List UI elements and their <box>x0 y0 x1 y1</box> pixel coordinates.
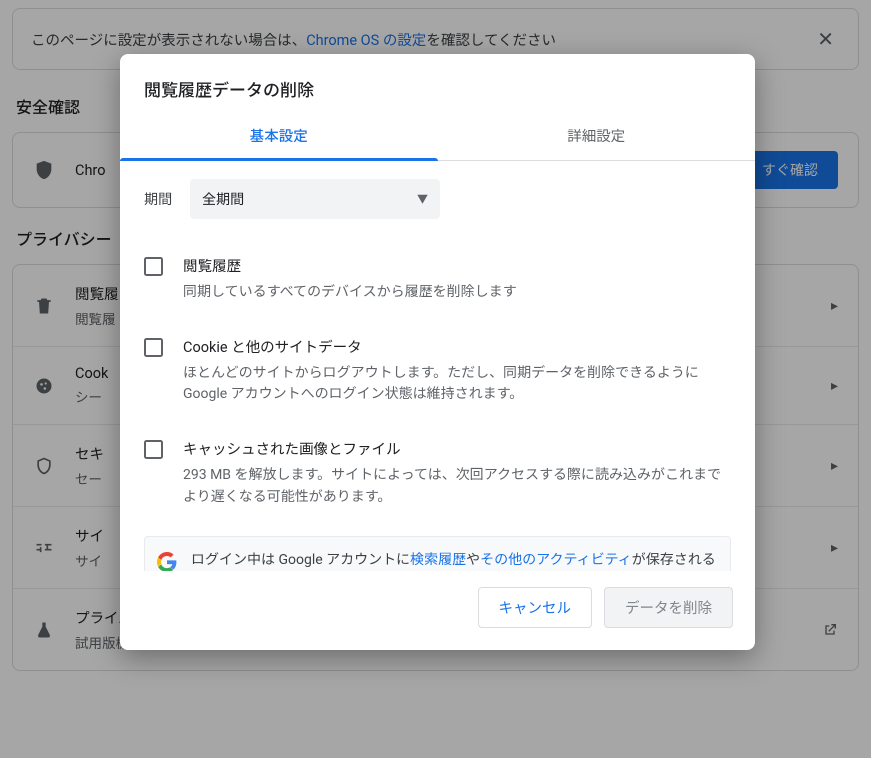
check-desc: 293 MB を解放します。サイトによっては、次回アクセスする際に読み込みがこれ… <box>183 465 731 508</box>
check-desc: 同期しているすべてのデバイスから履歴を削除します <box>183 282 731 304</box>
chevron-down-icon: ▼ <box>417 191 428 207</box>
check-desc: ほとんどのサイトからログアウトします。ただし、同期データを削除できるように Go… <box>183 363 731 406</box>
checkbox-history[interactable] <box>144 257 163 276</box>
checkbox-item-cache: キャッシュされた画像とファイル 293 MB を解放します。サイトによっては、次… <box>144 424 731 526</box>
check-title: キャッシュされた画像とファイル <box>183 438 731 459</box>
dialog-tabs: 基本設定 詳細設定 <box>120 113 755 161</box>
time-range-value: 全期間 <box>202 189 244 209</box>
dialog-title: 閲覧履歴データの削除 <box>120 54 755 113</box>
note-mid: や <box>466 552 480 568</box>
note-text: ログイン中は Google アカウントに検索履歴やその他のアクティビティが保存さ… <box>191 549 716 571</box>
check-title: 閲覧履歴 <box>183 255 731 276</box>
checkbox-cache[interactable] <box>144 440 163 459</box>
other-activity-link[interactable]: その他のアクティビティ <box>480 552 632 568</box>
clear-data-button[interactable]: データを削除 <box>604 587 733 628</box>
checkbox-item-cookies: Cookie と他のサイトデータ ほとんどのサイトからログアウトします。ただし、… <box>144 322 731 424</box>
check-title: Cookie と他のサイトデータ <box>183 336 731 357</box>
google-account-note: ログイン中は Google アカウントに検索履歴やその他のアクティビティが保存さ… <box>144 536 731 571</box>
note-pre: ログイン中は Google アカウントに <box>191 552 410 568</box>
tab-advanced[interactable]: 詳細設定 <box>438 113 756 160</box>
dialog-actions: キャンセル データを削除 <box>120 571 755 650</box>
time-range-row: 期間 全期間 ▼ <box>144 179 731 219</box>
time-range-label: 期間 <box>144 189 172 209</box>
checkbox-item-history: 閲覧履歴 同期しているすべてのデバイスから履歴を削除します <box>144 241 731 322</box>
checkbox-cookies[interactable] <box>144 338 163 357</box>
clear-browsing-data-dialog: 閲覧履歴データの削除 基本設定 詳細設定 期間 全期間 ▼ 閲覧履歴 同期してい… <box>120 54 755 650</box>
time-range-select[interactable]: 全期間 ▼ <box>190 179 440 219</box>
tab-basic[interactable]: 基本設定 <box>120 113 438 160</box>
cancel-button[interactable]: キャンセル <box>478 587 593 628</box>
search-history-link[interactable]: 検索履歴 <box>410 552 466 568</box>
google-g-icon <box>157 552 177 571</box>
